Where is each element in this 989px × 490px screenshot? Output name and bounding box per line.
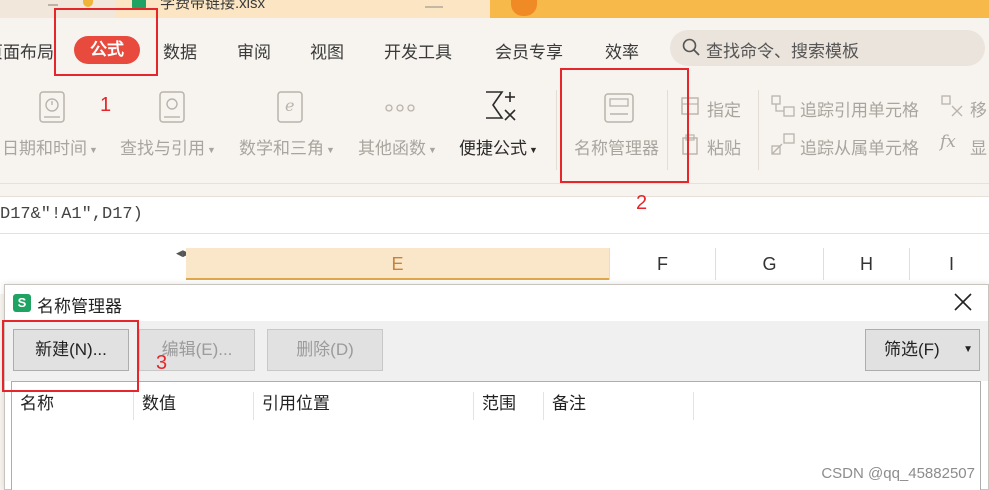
chevron-down-icon: ▼ [529, 144, 538, 155]
show-formula-icon: fx [940, 132, 956, 152]
annotation-box-3 [2, 320, 139, 392]
column-header-g[interactable]: G [715, 248, 823, 280]
column-header-h[interactable]: H [823, 248, 909, 280]
annotation-number-2: 2 [636, 192, 648, 214]
column-header-scope[interactable]: 范围 [474, 392, 544, 420]
column-header-e[interactable]: E [186, 248, 609, 280]
column-header-f[interactable]: F [609, 248, 715, 280]
tab-page-layout[interactable]: 页面布局 [0, 38, 54, 63]
tab-efficiency[interactable]: 效率 [605, 38, 639, 63]
math-label: 数学和三角 [239, 139, 324, 158]
column-header-name[interactable]: 名称 [12, 392, 134, 420]
dialog-toolbar: 新建(N)... 编辑(E)... 删除(D) 筛选(F) ▼ [5, 321, 988, 381]
filter-button[interactable]: 筛选(F) ▼ [865, 329, 980, 371]
tab-review[interactable]: 审阅 [237, 38, 271, 63]
chevron-down-icon: ▼ [963, 344, 973, 355]
close-icon[interactable] [952, 291, 974, 313]
ribbon-divider [556, 90, 557, 170]
annotation-box-2 [560, 68, 689, 183]
filter-label: 筛选(F) [884, 340, 940, 359]
chevron-down-icon: ▼ [89, 144, 98, 155]
tab-member[interactable]: 会员专享 [495, 38, 563, 63]
trace-dependents-icon [771, 133, 795, 155]
datetime-button[interactable]: 日期和时间 ▼ [2, 134, 98, 159]
annotation-number-3: 3 [156, 352, 168, 374]
search-icon [682, 38, 700, 56]
tab-strip-highlight [490, 0, 989, 18]
more-functions-icon [385, 104, 415, 112]
sum-icon [486, 91, 516, 121]
chevron-down-icon: ▼ [428, 144, 437, 155]
column-header-comment[interactable]: 备注 [544, 392, 694, 420]
math-icon: e [277, 91, 303, 123]
ribbon-divider [758, 90, 759, 170]
tab-view[interactable]: 视图 [310, 38, 344, 63]
dialog-title: 名称管理器 [37, 297, 122, 316]
wps-sheet-icon: S [13, 294, 31, 312]
column-header-i[interactable]: I [909, 248, 989, 280]
chevron-down-icon: ▼ [207, 144, 216, 155]
ribbon: 日期和时间 ▼ 查找与引用 ▼ e 数学和三角 ▼ 其他函数 ▼ 便捷公式 ▼ 名称管理器… [0, 80, 989, 184]
datetime-label: 日期和时间 [2, 139, 87, 158]
formula-text: D17&"!A1",D17) [0, 205, 143, 224]
search-box[interactable]: 查找命令、搜索模板 [670, 30, 985, 66]
show-button[interactable]: 显 [970, 134, 987, 159]
formula-bar[interactable]: D17&"!A1",D17) [0, 196, 989, 234]
watermark: CSDN @qq_45882507 [821, 465, 975, 482]
lookup-icon [159, 91, 185, 123]
trace-precedents-icon [771, 95, 795, 117]
trace-precedents-button[interactable]: 追踪引用单元格 [800, 96, 919, 121]
column-header-value[interactable]: 数值 [134, 392, 254, 420]
quick-formula-button[interactable]: 便捷公式 ▼ [459, 134, 538, 159]
other-functions-label: 其他函数 [358, 139, 426, 158]
tab-deco-icon [48, 0, 58, 6]
clock-icon [39, 91, 65, 123]
name-manager-dialog: S 名称管理器 新建(N)... 编辑(E)... 删除(D) 筛选(F) ▼ 名… [4, 284, 989, 490]
tab-developer[interactable]: 开发工具 [384, 38, 452, 63]
lookup-label: 查找与引用 [120, 139, 205, 158]
quick-formula-label: 便捷公式 [459, 139, 527, 158]
file-tab-label: 学费带链接.xlsx [160, 0, 266, 12]
tab-data[interactable]: 数据 [163, 38, 197, 63]
remove-arrows-icon [941, 95, 963, 117]
math-button[interactable]: 数学和三角 ▼ [239, 134, 335, 159]
delete-button[interactable]: 删除(D) [267, 329, 383, 371]
specify-button[interactable]: 指定 [707, 96, 741, 121]
move-button[interactable]: 移 [970, 96, 987, 121]
search-placeholder: 查找命令、搜索模板 [706, 42, 859, 61]
column-header-refers-to[interactable]: 引用位置 [254, 392, 474, 420]
dialog-title-bar[interactable]: S 名称管理器 [5, 285, 988, 321]
other-functions-button[interactable]: 其他函数 ▼ [358, 134, 437, 159]
chevron-down-icon: ▼ [326, 144, 335, 155]
paste-button[interactable]: 粘贴 [707, 134, 741, 159]
annotation-number-1: 1 [100, 94, 112, 116]
app-root: 学费带链接.xlsx 页面布局 公式 数据 审阅 视图 开发工具 会员专享 效率… [0, 0, 989, 490]
tab-dot-icon [83, 0, 93, 7]
lookup-button[interactable]: 查找与引用 ▼ [120, 134, 216, 159]
pin-icon[interactable] [425, 0, 443, 8]
annotation-box-1 [54, 8, 158, 76]
trace-dependents-button[interactable]: 追踪从属单元格 [800, 134, 919, 159]
svg-text:e: e [285, 96, 294, 115]
